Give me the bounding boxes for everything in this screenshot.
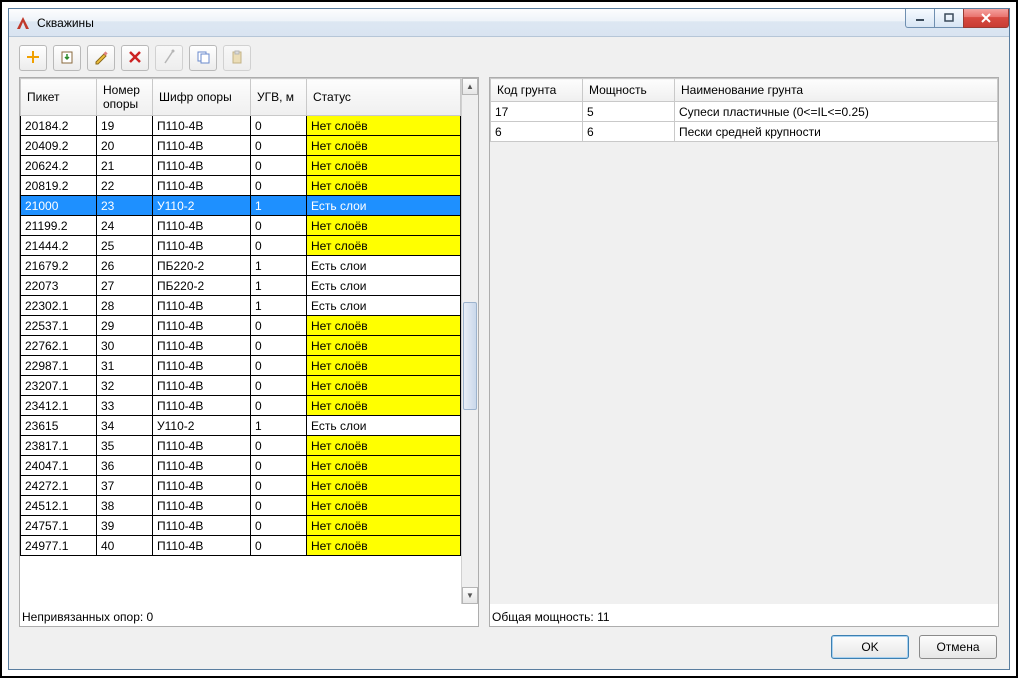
col-status[interactable]: Статус [307,79,461,116]
add-icon [25,49,41,68]
boreholes-table[interactable]: Пикет Номер опоры Шифр опоры УГВ, м Стат… [20,78,461,556]
table-row[interactable]: 2100023У110-21Есть слои [21,196,461,216]
layers-table[interactable]: Код грунта Мощность Наименование грунта … [490,78,998,142]
table-row[interactable]: 21679.226ПБ220-21Есть слои [21,256,461,276]
table-row[interactable]: 66Пески средней крупности [491,122,998,142]
table-row[interactable]: 24757.139П110-4В0Нет слоёв [21,516,461,536]
cancel-button[interactable]: Отмена [919,635,997,659]
col-num[interactable]: Номер опоры [97,79,153,116]
paste-icon [229,49,245,68]
import-button[interactable] [53,45,81,71]
table-row[interactable]: 24047.136П110-4В0Нет слоёв [21,456,461,476]
table-row[interactable]: 22987.131П110-4В0Нет слоёв [21,356,461,376]
copy-button[interactable] [189,45,217,71]
delete-icon [127,49,143,68]
delete-button[interactable] [121,45,149,71]
col-ugv[interactable]: УГВ, м [251,79,307,116]
link-icon [161,49,177,68]
paste-button[interactable] [223,45,251,71]
table-row[interactable]: 23207.132П110-4В0Нет слоёв [21,376,461,396]
table-row[interactable]: 21199.224П110-4В0Нет слоёв [21,216,461,236]
boreholes-pane: Пикет Номер опоры Шифр опоры УГВ, м Стат… [19,77,479,627]
edit-icon [93,49,109,68]
col-code[interactable]: Код грунта [491,79,583,102]
table-row[interactable]: 2207327ПБ220-21Есть слои [21,276,461,296]
table-row[interactable]: 20184.219П110-4В0Нет слоёв [21,116,461,136]
window-title: Скважины [37,16,906,30]
ok-button[interactable]: OK [831,635,909,659]
minimize-button[interactable] [905,9,935,28]
edit-button[interactable] [87,45,115,71]
table-row[interactable]: 22302.128П110-4В1Есть слои [21,296,461,316]
scroll-up-icon[interactable]: ▲ [462,78,478,95]
app-icon [15,15,31,31]
table-row[interactable]: 23817.135П110-4В0Нет слоёв [21,436,461,456]
toolbar [19,45,999,71]
scroll-thumb[interactable] [463,302,477,410]
table-row[interactable]: 20624.221П110-4В0Нет слоёв [21,156,461,176]
import-icon [59,49,75,68]
maximize-button[interactable] [934,9,964,28]
col-shifr[interactable]: Шифр опоры [153,79,251,116]
right-status: Общая мощность: 11 [490,604,998,626]
table-row[interactable]: 23412.133П110-4В0Нет слоёв [21,396,461,416]
table-row[interactable]: 20409.220П110-4В0Нет слоёв [21,136,461,156]
titlebar[interactable]: Скважины [9,9,1009,37]
table-row[interactable]: 24977.140П110-4В0Нет слоёв [21,536,461,556]
add-button[interactable] [19,45,47,71]
table-row[interactable]: 24272.137П110-4В0Нет слоёв [21,476,461,496]
col-name[interactable]: Наименование грунта [675,79,998,102]
table-row[interactable]: 22762.130П110-4В0Нет слоёв [21,336,461,356]
col-power[interactable]: Мощность [583,79,675,102]
table-row[interactable]: 2361534У110-21Есть слои [21,416,461,436]
col-piket[interactable]: Пикет [21,79,97,116]
window: Скважины [8,8,1010,670]
table-row[interactable]: 22537.129П110-4В0Нет слоёв [21,316,461,336]
scroll-down-icon[interactable]: ▼ [462,587,478,604]
close-button[interactable] [963,9,1009,28]
table-row[interactable]: 175Супеси пластичные (0<=IL<=0.25) [491,102,998,122]
left-status: Непривязанных опор: 0 [20,604,478,626]
layers-pane: Код грунта Мощность Наименование грунта … [489,77,999,627]
copy-icon [195,49,211,68]
left-scrollbar[interactable]: ▲ ▼ [461,78,478,604]
link-button[interactable] [155,45,183,71]
table-row[interactable]: 20819.222П110-4В0Нет слоёв [21,176,461,196]
table-row[interactable]: 24512.138П110-4В0Нет слоёв [21,496,461,516]
table-row[interactable]: 21444.225П110-4В0Нет слоёв [21,236,461,256]
